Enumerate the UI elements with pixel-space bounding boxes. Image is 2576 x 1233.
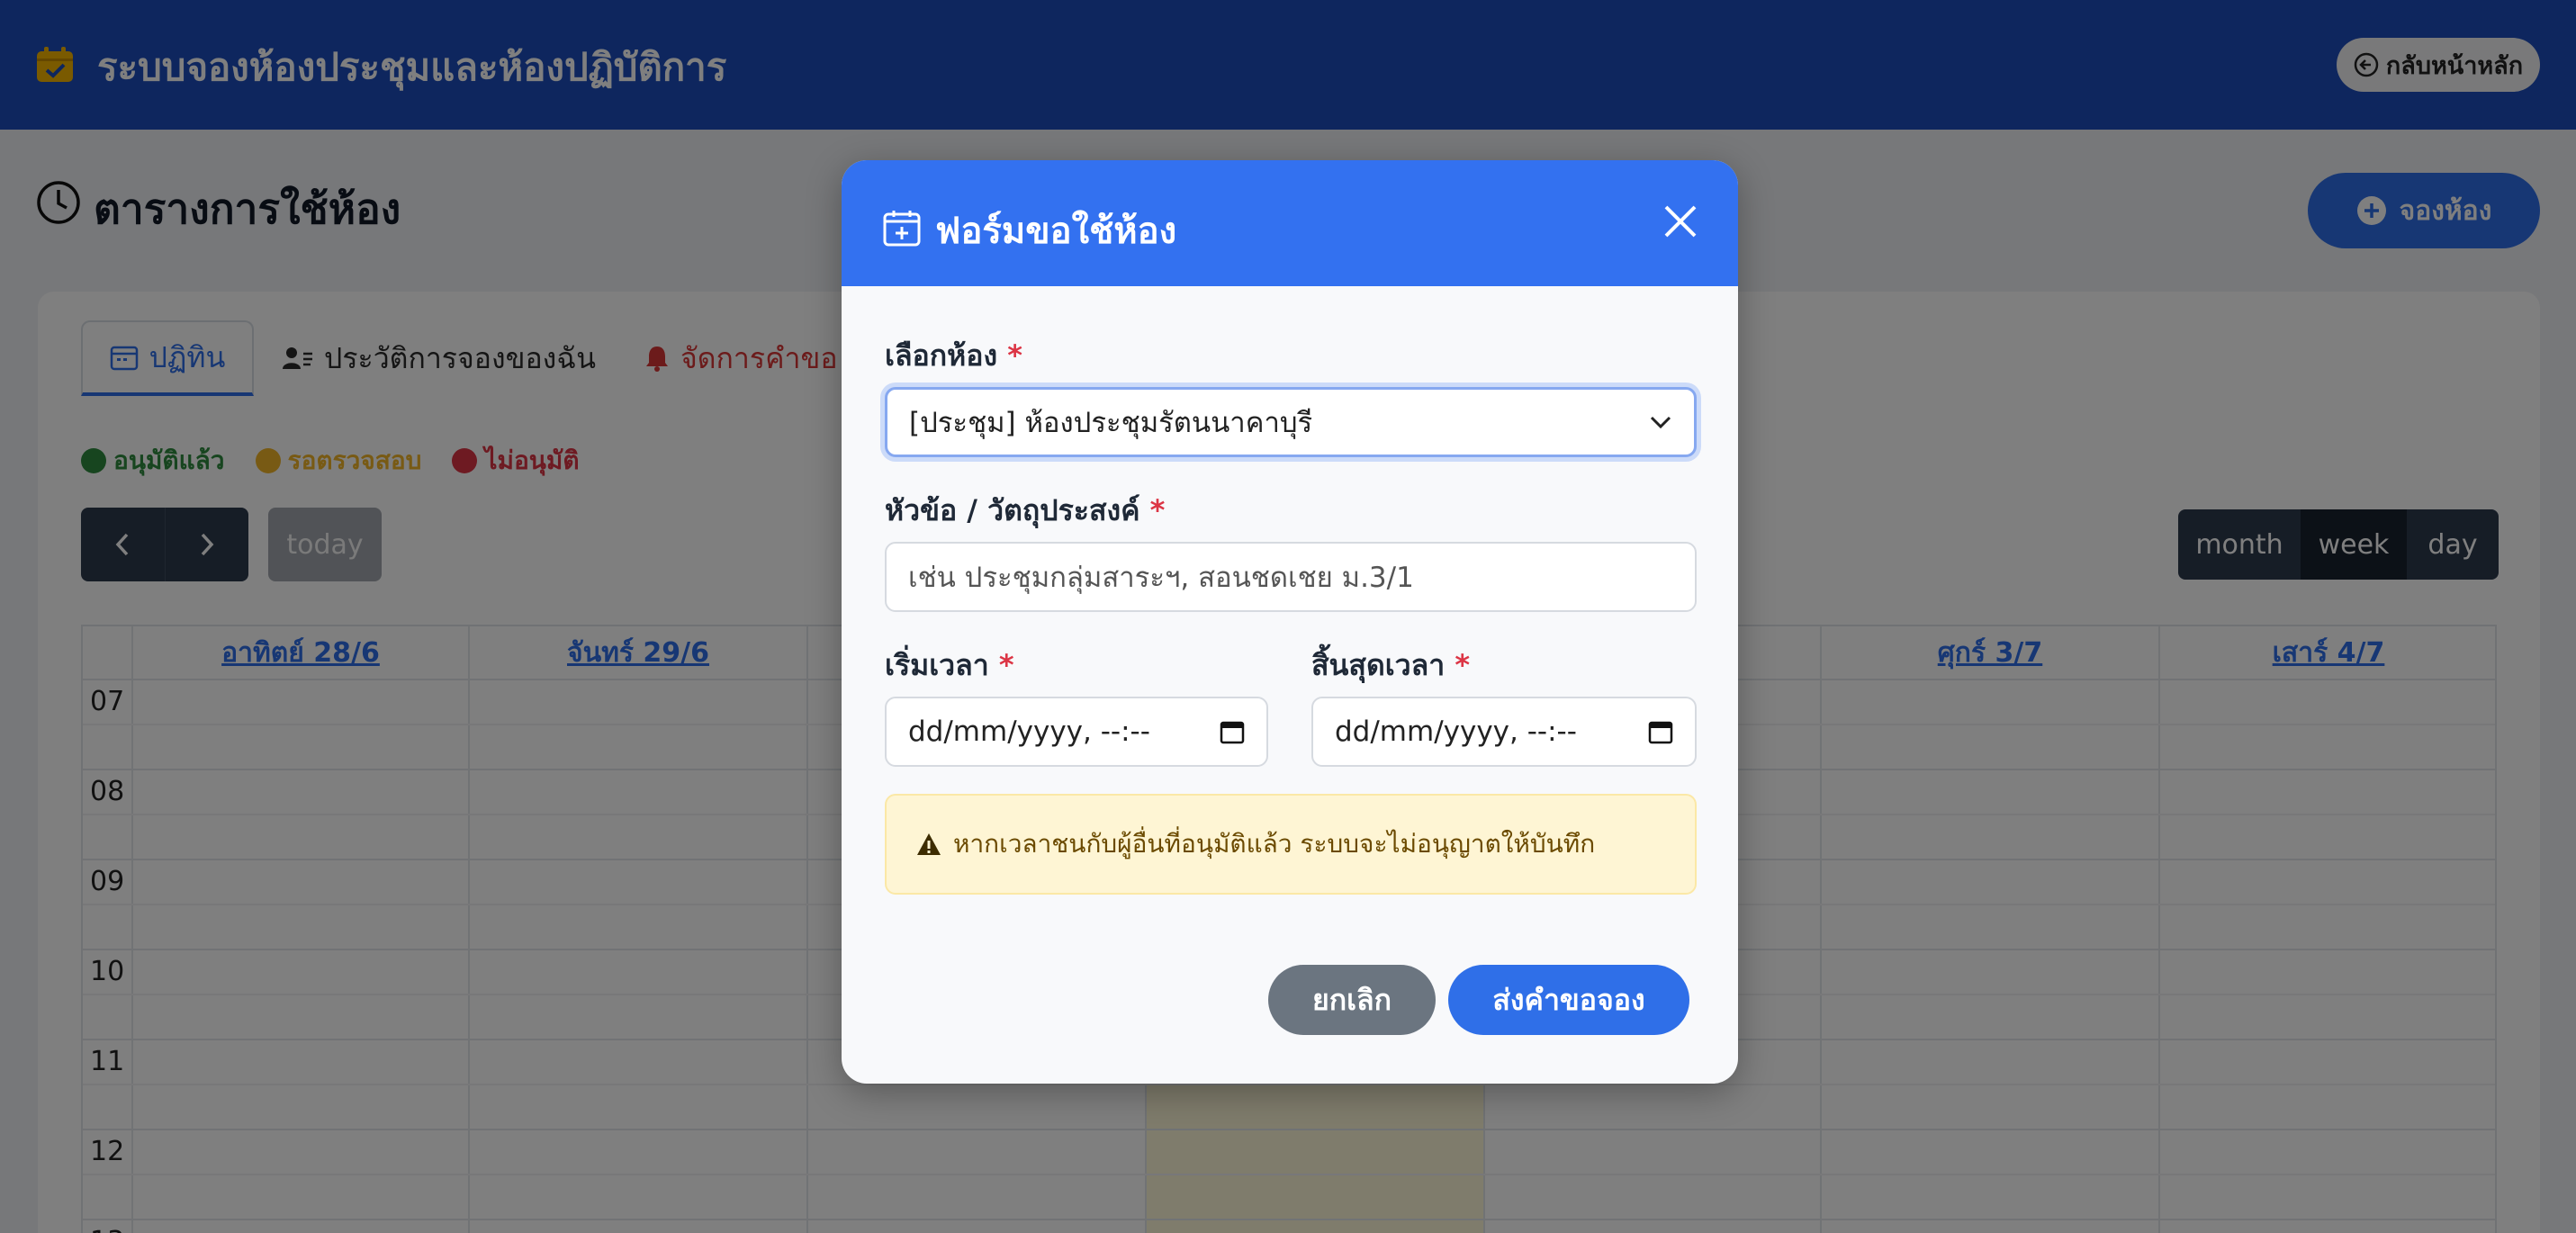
topic-label-text: หัวข้อ / วัตถุประสงค์	[885, 493, 1140, 527]
room-label-text: เลือกห้อง	[885, 338, 998, 373]
warning-text: หากเวลาชนกับผู้อื่นที่อนุมัติแล้ว ระบบจะ…	[953, 829, 1596, 859]
submit-booking-button[interactable]: ส่งคำขอจอง	[1448, 965, 1689, 1035]
calendar-icon[interactable]	[1648, 719, 1673, 744]
required-mark: *	[1455, 648, 1471, 682]
modal-title: ฟอร์มขอใช้ห้อง	[935, 211, 1177, 252]
start-datetime-input[interactable]: dd/mm/yyyy, --:--	[885, 697, 1268, 767]
chevron-down-icon	[1650, 416, 1671, 429]
booking-form-modal: ฟอร์มขอใช้ห้อง เลือกห้อง * [ประชุม] ห้อง…	[842, 160, 1738, 1084]
topic-input[interactable]: เช่น ประชุมกลุ่มสาระฯ, สอนชดเชย ม.3/1	[885, 542, 1697, 612]
required-mark: *	[998, 648, 1014, 682]
end-field-label: สิ้นสุดเวลา *	[1311, 643, 1470, 688]
modal-header: ฟอร์มขอใช้ห้อง	[842, 160, 1738, 286]
required-mark: *	[1007, 338, 1022, 373]
close-icon[interactable]	[1661, 202, 1700, 241]
room-field-label: เลือกห้อง *	[885, 333, 1022, 379]
end-datetime-input[interactable]: dd/mm/yyyy, --:--	[1311, 697, 1697, 767]
conflict-warning-alert: หากเวลาชนกับผู้อื่นที่อนุมัติแล้ว ระบบจะ…	[885, 794, 1697, 895]
end-datetime-value: dd/mm/yyyy, --:--	[1335, 716, 1577, 748]
start-label-text: เริ่มเวลา	[885, 648, 989, 682]
required-mark: *	[1149, 493, 1166, 527]
start-field-label: เริ่มเวลา *	[885, 643, 1014, 688]
cancel-button[interactable]: ยกเลิก	[1268, 965, 1436, 1035]
room-select[interactable]: [ประชุม] ห้องประชุมรัตนนาคาบุรี	[885, 387, 1697, 457]
room-select-value: [ประชุม] ห้องประชุมรัตนนาคาบุรี	[909, 407, 1313, 439]
calendar-plus-icon	[883, 211, 921, 247]
start-datetime-value: dd/mm/yyyy, --:--	[908, 716, 1150, 748]
calendar-icon[interactable]	[1220, 719, 1245, 744]
end-label-text: สิ้นสุดเวลา	[1311, 648, 1446, 682]
topic-field-label: หัวข้อ / วัตถุประสงค์ *	[885, 488, 1165, 534]
warning-triangle-icon	[917, 833, 941, 855]
